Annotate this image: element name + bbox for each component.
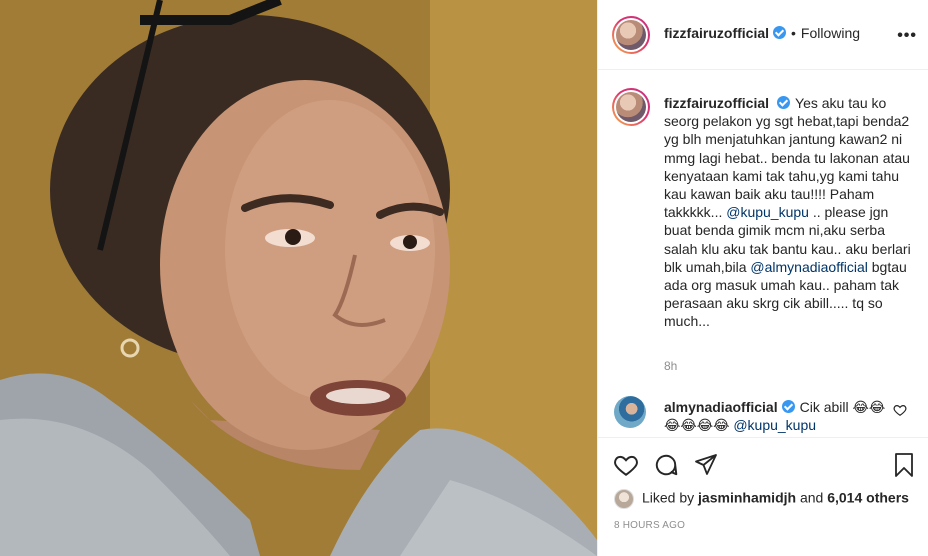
verified-badge-icon: [773, 26, 787, 39]
comment-icon[interactable]: [653, 452, 679, 478]
comments-section: fizzfairuzofficial Yes aku tau ko seorg p…: [598, 70, 928, 438]
post-timestamp[interactable]: 8 HOURS AGO: [614, 520, 685, 531]
caption: fizzfairuzofficial Yes aku tau ko seorg p…: [664, 94, 914, 331]
caption-timestamp[interactable]: 8h: [664, 359, 677, 373]
caption-username[interactable]: fizzfairuzofficial: [664, 95, 769, 111]
bookmark-icon[interactable]: [892, 452, 916, 478]
caption-avatar[interactable]: [612, 88, 650, 126]
likes-count[interactable]: 6,014 others: [827, 490, 909, 506]
liker-avatar[interactable]: [614, 489, 634, 509]
author-username[interactable]: fizzfairuzofficial: [664, 25, 769, 41]
post-media[interactable]: [0, 0, 597, 556]
likes-summary: Liked by jasminhamidjh and 6,014 others: [614, 489, 909, 511]
caption-text-1: Yes aku tau ko seorg pelakon yg sgt heba…: [664, 95, 910, 221]
commenter-avatar[interactable]: [614, 396, 646, 428]
post-photo: [0, 0, 597, 556]
liker-username[interactable]: jasminhamidjh: [698, 490, 796, 506]
caption-mention-2[interactable]: @almynadiaofficial: [750, 259, 867, 275]
likes-prefix: Liked by: [642, 489, 695, 506]
comment-mention[interactable]: @kupu_kupu: [733, 417, 816, 433]
share-icon[interactable]: [694, 452, 718, 476]
action-bar: [598, 452, 928, 482]
verified-badge-icon: [781, 400, 795, 413]
header-user: fizzfairuzofficial • Following: [664, 25, 860, 41]
comment-username[interactable]: almynadiaofficial: [664, 399, 778, 415]
more-options-icon[interactable]: •••: [897, 27, 917, 45]
comment-item: almynadiaofficial Cik abill 😂😂😂😂😂😂 @kupu_…: [664, 398, 894, 434]
verified-badge-icon: [777, 96, 791, 109]
post-panel: fizzfairuzofficial • Following ••• fizzfai…: [597, 0, 928, 556]
caption-mention-1[interactable]: @kupu_kupu: [726, 204, 809, 220]
comment-like-heart-icon[interactable]: [893, 403, 907, 417]
heart-icon[interactable]: [613, 452, 639, 478]
separator-dot: •: [791, 25, 796, 41]
author-avatar[interactable]: [612, 16, 650, 54]
follow-button[interactable]: Following: [801, 25, 860, 41]
likes-and: and: [799, 489, 824, 506]
post-header: fizzfairuzofficial • Following •••: [598, 0, 928, 70]
